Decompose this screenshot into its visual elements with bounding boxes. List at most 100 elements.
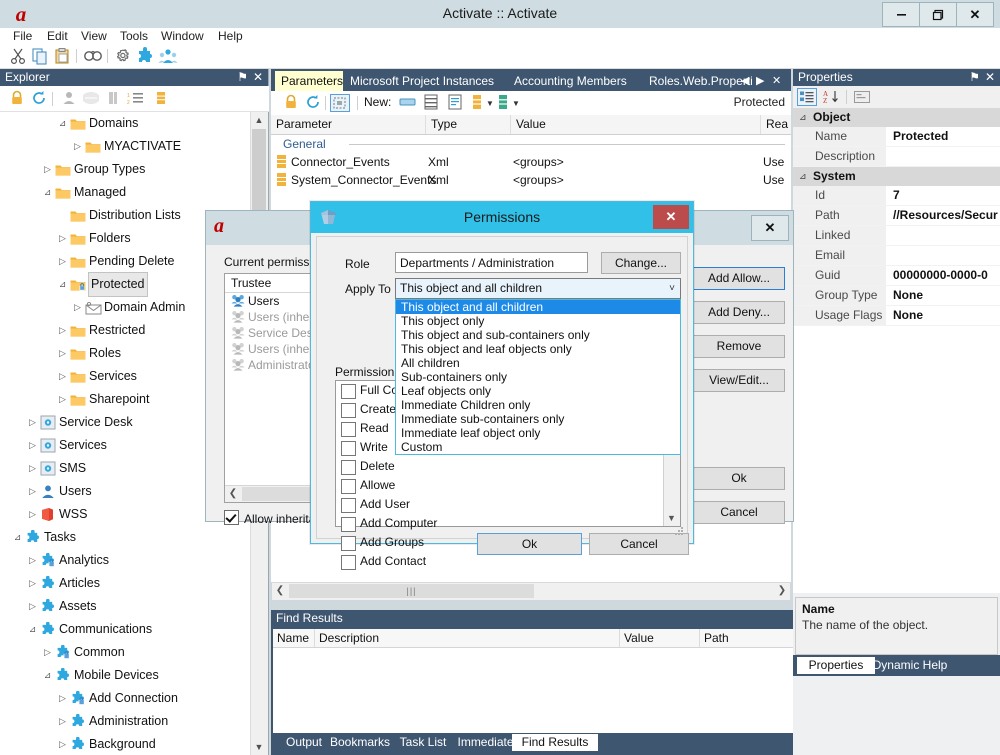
security-cancel-button[interactable]: Cancel — [693, 501, 785, 524]
cut-icon[interactable] — [9, 47, 27, 65]
tree-expander-icon[interactable]: ▷ — [27, 595, 38, 618]
apply-to-option[interactable]: Leaf objects only — [396, 384, 680, 398]
tree-item-group-types[interactable]: ▷ Group Types — [0, 158, 252, 181]
property-category-system[interactable]: ⊿ System — [793, 167, 1000, 186]
tree-item-mobile-devices[interactable]: ⊿ Mobile Devices — [0, 664, 252, 687]
property-row[interactable]: Usage Flags None — [793, 306, 1000, 326]
tree-expander-icon[interactable]: ▷ — [57, 388, 68, 411]
tree-expander-icon[interactable]: ⊿ — [57, 112, 68, 135]
column-value[interactable]: Value — [620, 629, 700, 647]
refresh-icon[interactable] — [31, 90, 49, 108]
column-value[interactable]: Value — [511, 115, 761, 134]
property-value[interactable]: None — [890, 286, 1000, 305]
settings-icon[interactable] — [114, 47, 132, 65]
role-field[interactable]: Departments / Administration — [395, 252, 588, 273]
permission-item[interactable]: Allowe — [336, 476, 680, 495]
apply-to-option[interactable]: Immediate sub-containers only — [396, 412, 680, 426]
tree-expander-icon[interactable]: ▷ — [27, 434, 38, 457]
column-read[interactable]: Rea — [761, 115, 791, 134]
permission-item[interactable]: Add Computer — [336, 514, 680, 533]
find-icon[interactable] — [83, 47, 102, 65]
permission-checkbox[interactable] — [341, 441, 356, 456]
permission-item[interactable]: Delete — [336, 457, 680, 476]
parameters-hscrollbar[interactable]: ❮ ||| ❯ — [272, 582, 790, 600]
tree-expander-icon[interactable]: ▷ — [57, 250, 68, 273]
tree-item-analytics[interactable]: ▷ Analytics — [0, 549, 252, 572]
alphabetical-icon[interactable]: AZ — [823, 89, 841, 105]
column-parameter[interactable]: Parameter — [271, 115, 426, 134]
paste-icon[interactable] — [53, 47, 71, 65]
apply-to-option[interactable]: This object and sub-containers only — [396, 328, 680, 342]
apply-to-option[interactable]: Immediate Children only — [396, 398, 680, 412]
resize-grip-icon[interactable] — [674, 526, 684, 536]
tree-item-domains[interactable]: ⊿ Domains — [0, 112, 252, 135]
pin-icon[interactable]: ⚑ — [237, 69, 248, 86]
chevron-down-icon[interactable]: ▼ — [486, 99, 494, 108]
column-type[interactable]: Type — [426, 115, 511, 134]
document-tab-roles-web-properti[interactable]: Roles.Web.Properti — [643, 71, 755, 91]
permission-checkbox[interactable] — [341, 498, 356, 513]
property-pages-icon[interactable] — [853, 89, 871, 105]
tree-expander-icon[interactable]: ▷ — [27, 457, 38, 480]
permissions-close-button[interactable]: ✕ — [653, 205, 689, 229]
user-icon[interactable] — [61, 90, 79, 108]
properties-grid[interactable]: ⊿ Object Name Protected Description ⊿ System Id… — [793, 108, 1000, 593]
task-icon[interactable] — [136, 47, 154, 65]
scroll-down-icon[interactable]: ▼ — [251, 739, 267, 755]
tree-expander-icon[interactable]: ▷ — [42, 641, 53, 664]
category-expander-icon[interactable]: ⊿ — [799, 167, 807, 186]
add-allow-button[interactable]: Add Allow... — [693, 267, 785, 290]
tree-expander-icon[interactable]: ▷ — [27, 549, 38, 572]
tree-expander-icon[interactable]: ▷ — [57, 687, 68, 710]
select-icon[interactable] — [330, 94, 350, 112]
apply-to-option[interactable]: Custom — [396, 440, 680, 454]
property-row[interactable]: Linked Object — [793, 226, 1000, 261]
property-value[interactable]: 00000000-0000-0 — [890, 266, 1000, 285]
property-row[interactable]: Email — [793, 246, 1000, 266]
tree-item-administration[interactable]: ▷ Administration — [0, 710, 252, 733]
column-icon[interactable] — [105, 90, 123, 108]
copy-icon[interactable] — [31, 47, 49, 65]
apply-to-combobox[interactable]: This object and all children ˅ — [395, 278, 681, 299]
document-tab-accounting-members[interactable]: Accounting Members — [508, 71, 642, 91]
menu-item-tools[interactable]: Tools — [115, 28, 153, 44]
permission-item[interactable]: Add User — [336, 495, 680, 514]
category-expander-icon[interactable]: ⊿ — [799, 108, 807, 127]
permission-checkbox[interactable] — [341, 479, 356, 494]
tree-item-add-connection[interactable]: ▷ Add Connection — [0, 687, 252, 710]
document-tab-microsoft-project-instances[interactable]: Microsoft Project Instances — [344, 71, 507, 91]
parameter-row[interactable]: Connector_Events Xml <groups> Use — [271, 153, 791, 171]
scroll-left-icon[interactable]: ❮ — [272, 583, 288, 599]
minimize-button[interactable] — [882, 2, 920, 27]
document-tab-parameters[interactable]: Parameters — [275, 71, 343, 91]
hscroll-thumb[interactable]: ||| — [289, 584, 534, 598]
tree-item-myactivate[interactable]: ▷ MYACTIVATE — [0, 135, 252, 158]
close-button[interactable]: ✕ — [956, 2, 994, 27]
apply-to-dropdown[interactable]: This object and all children This object … — [395, 299, 681, 455]
property-row[interactable]: Path//Resources/Secur — [793, 206, 1000, 226]
tab-nav-prev-icon[interactable]: ◀ — [741, 71, 749, 91]
column-name[interactable]: Name — [273, 629, 315, 647]
bottom-tab-find-results[interactable]: Find Results — [512, 734, 598, 751]
add-deny-button[interactable]: Add Deny... — [693, 301, 785, 324]
tree-expander-icon[interactable]: ▷ — [57, 733, 68, 755]
tree-expander-icon[interactable]: ⊿ — [42, 664, 53, 687]
tree-expander-icon[interactable]: ▷ — [57, 342, 68, 365]
property-value[interactable]: None — [890, 306, 1000, 325]
property-category-object[interactable]: ⊿ Object — [793, 108, 1000, 127]
tree-expander-icon[interactable]: ▷ — [57, 319, 68, 342]
tree-expander-icon[interactable]: ▷ — [42, 158, 53, 181]
tree-expander-icon[interactable]: ▷ — [57, 710, 68, 733]
tree-expander-icon[interactable]: ▷ — [27, 572, 38, 595]
users-icon[interactable] — [158, 47, 178, 65]
remove-button[interactable]: Remove — [693, 335, 785, 358]
view-edit-button[interactable]: View/Edit... — [693, 369, 785, 392]
tree-item-assets[interactable]: ▷ Assets — [0, 595, 252, 618]
apply-to-option[interactable]: Immediate leaf object only — [396, 426, 680, 440]
tree-expander-icon[interactable]: ▷ — [57, 365, 68, 388]
scroll-right-icon[interactable]: ❯ — [774, 583, 790, 599]
property-row[interactable]: Id 7 — [793, 186, 1000, 206]
apply-to-option[interactable]: Sub-containers only — [396, 370, 680, 384]
tree-expander-icon[interactable]: ⊿ — [42, 181, 53, 204]
change-role-button[interactable]: Change... — [601, 252, 681, 274]
